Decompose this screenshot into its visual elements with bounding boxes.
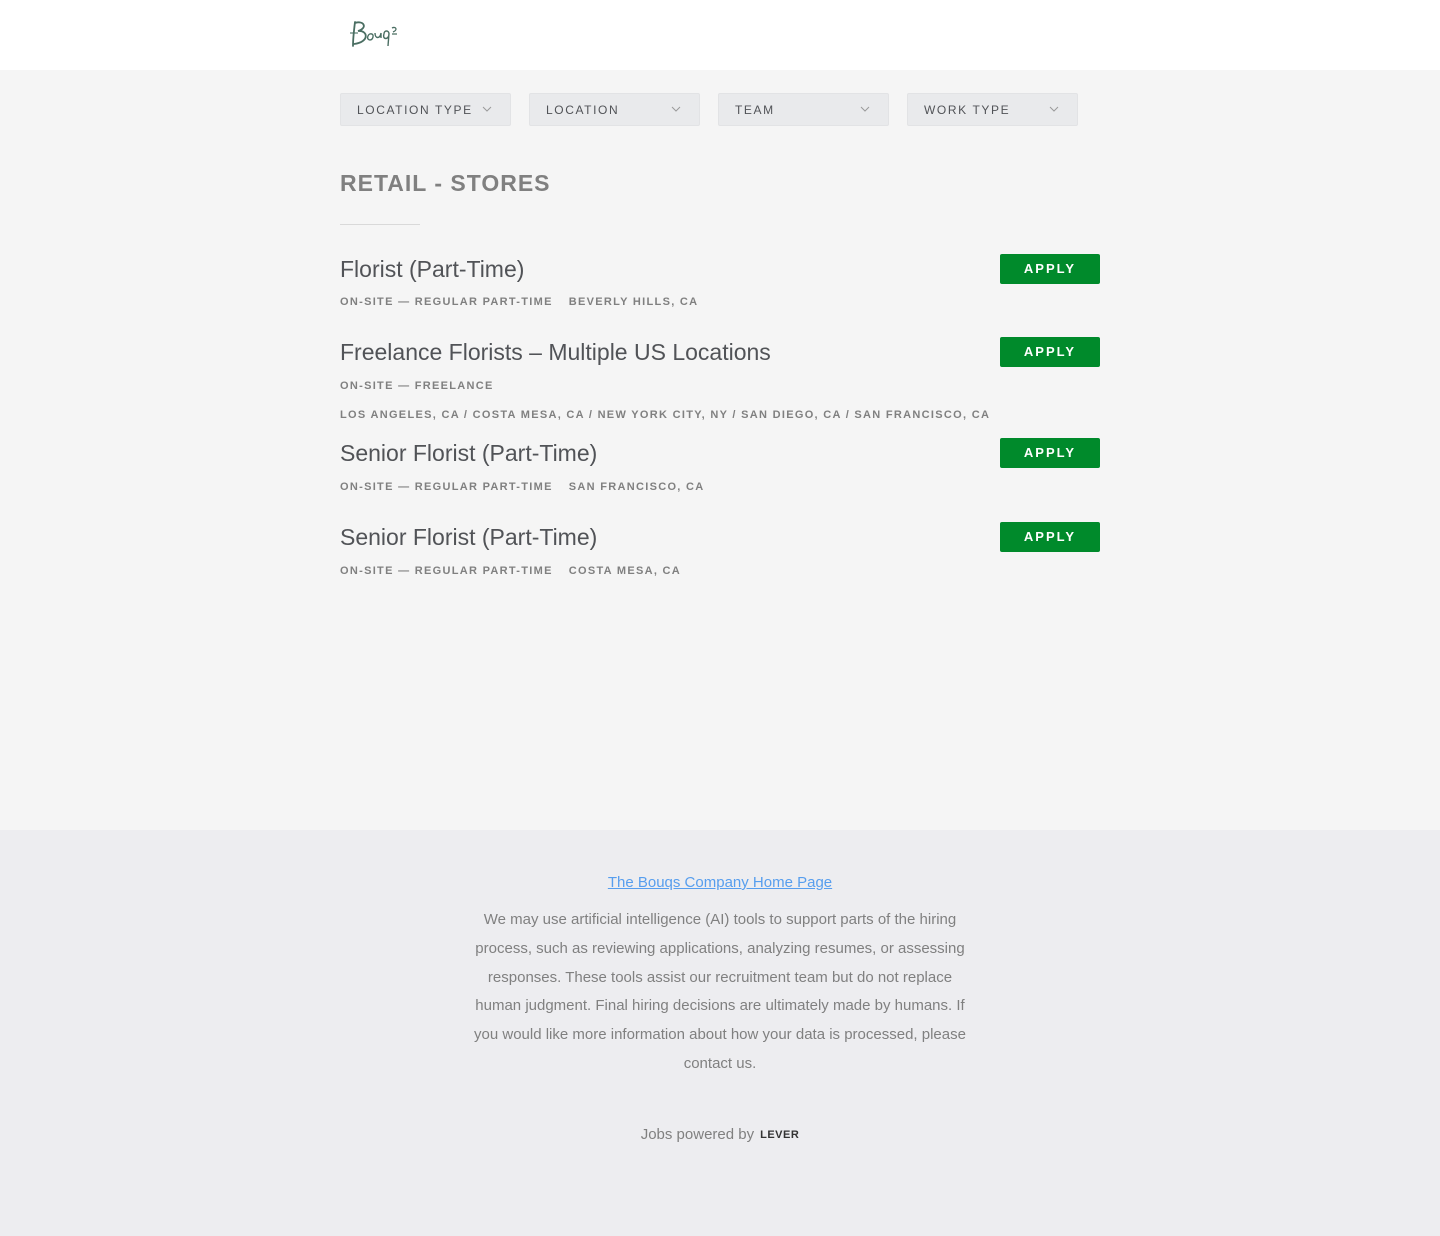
powered-by-text: Jobs powered by (640, 1126, 755, 1143)
apply-button[interactable]: APPLY (1000, 337, 1100, 367)
posting-location: LOS ANGELES, CA / COSTA MESA, CA / NEW Y… (340, 409, 991, 421)
posting-location: COSTA MESA, CA (568, 565, 682, 577)
posting-title[interactable]: Florist (Part-Time) (340, 256, 524, 283)
filter-label: LOCATION (546, 103, 620, 117)
posting-commitment: ON-SITE — REGULAR PART-TIME (340, 296, 553, 308)
apply-button[interactable]: APPLY (1000, 438, 1100, 468)
filter-location-type[interactable]: LOCATION TYPE (340, 93, 511, 126)
filter-location[interactable]: LOCATION (529, 93, 700, 126)
posting-meta: ON-SITE — REGULAR PART-TIME COSTA MESA, C… (340, 565, 681, 577)
posting-location: BEVERLY HILLS, CA (568, 296, 699, 308)
bouqs-logo[interactable] (346, 16, 402, 54)
chevron-down-icon (671, 106, 681, 112)
posting-meta: ON-SITE — REGULAR PART-TIME BEVERLY HILLS… (340, 296, 698, 308)
posting-meta: ON-SITE — REGULAR PART-TIME SAN FRANCISCO… (340, 481, 705, 493)
posting-title[interactable]: Senior Florist (Part-Time) (340, 524, 597, 551)
chevron-down-icon (1049, 106, 1059, 112)
apply-button[interactable]: APPLY (1000, 522, 1100, 552)
page-header (0, 0, 1440, 70)
posting-meta: ON-SITE — FREELANCE (340, 380, 494, 392)
filter-bar: LOCATION TYPE LOCATION TEAM WORK TYPE (340, 93, 1096, 126)
page-footer: The Bouqs Company Home Page We may use a… (0, 830, 1440, 1236)
company-home-link[interactable]: The Bouqs Company Home Page (0, 874, 1440, 891)
powered-by: Jobs powered by LEVER (0, 1126, 1440, 1143)
apply-button[interactable]: APPLY (1000, 254, 1100, 284)
section-title: RETAIL - STORES (340, 170, 551, 196)
chevron-down-icon (482, 106, 492, 112)
filter-label: LOCATION TYPE (357, 103, 473, 117)
main-content: LOCATION TYPE LOCATION TEAM WORK TYPE RE… (340, 70, 1100, 830)
posting-commitment: ON-SITE — REGULAR PART-TIME (340, 481, 553, 493)
posting-location: SAN FRANCISCO, CA (568, 481, 705, 493)
ai-notice: We may use artificial intelligence (AI) … (474, 911, 966, 1072)
filter-team[interactable]: TEAM (718, 93, 889, 126)
filter-work-type[interactable]: WORK TYPE (907, 93, 1078, 126)
posting-title[interactable]: Senior Florist (Part-Time) (340, 440, 597, 467)
posting-commitment: ON-SITE — FREELANCE (340, 380, 494, 392)
chevron-down-icon (860, 106, 870, 112)
posting-commitment: ON-SITE — REGULAR PART-TIME (340, 565, 553, 577)
posting-title[interactable]: Freelance Florists – Multiple US Locatio… (340, 339, 771, 366)
section-divider (340, 224, 420, 225)
filter-label: WORK TYPE (924, 103, 1011, 117)
lever-logo[interactable]: LEVER (760, 1129, 799, 1141)
filter-label: TEAM (735, 103, 775, 117)
